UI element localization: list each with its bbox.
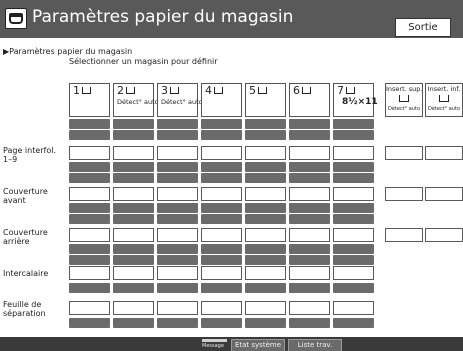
tray-icon	[439, 95, 449, 102]
tray-7-header[interactable]: 7 8½×11	[333, 83, 378, 117]
slip-sheet-tray-1-button[interactable]	[69, 146, 110, 160]
back-cover-tray-6-button[interactable]	[289, 228, 330, 242]
separation-tray-4-button[interactable]	[201, 301, 242, 315]
message-indicator[interactable]: Message	[202, 337, 227, 351]
tray-icon	[302, 87, 311, 94]
slip-sheet-tray-5-button[interactable]	[245, 146, 286, 160]
tab-job-list[interactable]: Liste trav.	[288, 339, 342, 351]
front-cover-tray-5-button[interactable]	[245, 187, 286, 201]
front-cover-tray-7-button[interactable]	[333, 187, 374, 201]
upper-inserter-auto: Détect° auto	[387, 106, 420, 112]
front-cover-tray-2-button[interactable]	[113, 187, 154, 201]
front-cover-upper-inserter-button[interactable]	[385, 187, 423, 201]
tray-2-label: 2	[117, 84, 124, 97]
tray-4-label: 4	[205, 84, 212, 97]
tray-3-header[interactable]: 3 Détect° auto	[157, 83, 203, 117]
designation-tray-1-button[interactable]	[69, 266, 110, 280]
message-label: Message	[202, 343, 224, 349]
slip-sheet-tray-6-button[interactable]	[289, 146, 330, 160]
tray-icon	[399, 95, 409, 102]
breadcrumb: ▶Paramètres papier du magasin	[3, 47, 133, 56]
back-cover-tray-4-button[interactable]	[201, 228, 242, 242]
tray-6-label: 6	[293, 84, 300, 97]
separation-tray-3-button[interactable]	[157, 301, 198, 315]
lower-inserter-label: Insert. inf.	[427, 85, 461, 93]
tray-2-auto: Détect° auto	[117, 98, 159, 106]
tab-system-status[interactable]: Etat système	[231, 339, 285, 351]
row-label-separation-sheet: Feuille de séparation	[3, 300, 46, 318]
tray-6-header[interactable]: 6	[289, 83, 330, 117]
tray-icon	[170, 87, 179, 94]
tray-1-header[interactable]: 1	[69, 83, 110, 117]
designation-tray-6-button[interactable]	[289, 266, 330, 280]
tray-1-label: 1	[73, 84, 80, 97]
front-cover-tray-4-button[interactable]	[201, 187, 242, 201]
tray-5-header[interactable]: 5	[245, 83, 286, 117]
row-label-slip-sheet: Page interfol. 1–9	[3, 146, 57, 164]
lower-inserter-auto: Détect° auto	[427, 106, 460, 112]
separation-tray-5-button[interactable]	[245, 301, 286, 315]
front-cover-tray-1-button[interactable]	[69, 187, 110, 201]
tray-4-header[interactable]: 4	[201, 83, 242, 117]
paper-tray-icon	[5, 8, 27, 29]
tray-icon	[258, 87, 267, 94]
slip-sheet-tray-2-button[interactable]	[113, 146, 154, 160]
lower-inserter-header[interactable]: Insert. inf. Détect° auto	[425, 83, 463, 117]
designation-tray-4-button[interactable]	[201, 266, 242, 280]
designation-tray-7-button[interactable]	[333, 266, 374, 280]
back-cover-tray-1-button[interactable]	[69, 228, 110, 242]
back-cover-lower-inserter-button[interactable]	[425, 228, 463, 242]
back-cover-upper-inserter-button[interactable]	[385, 228, 423, 242]
instruction-text: Sélectionner un magasin pour définir	[69, 57, 218, 66]
row-label-front-cover: Couverture avant	[3, 187, 48, 205]
designation-tray-3-button[interactable]	[157, 266, 198, 280]
page-title: Paramètres papier du magasin	[32, 7, 294, 27]
slip-sheet-tray-3-button[interactable]	[157, 146, 198, 160]
separation-tray-2-button[interactable]	[113, 301, 154, 315]
tray-icon	[214, 87, 223, 94]
designation-tray-5-button[interactable]	[245, 266, 286, 280]
tray-icon	[346, 87, 355, 94]
front-cover-tray-6-button[interactable]	[289, 187, 330, 201]
upper-inserter-label: Insert. sup.	[386, 85, 423, 93]
slip-sheet-tray-4-button[interactable]	[201, 146, 242, 160]
separation-tray-7-button[interactable]	[333, 301, 374, 315]
tray-7-label: 7	[337, 84, 344, 97]
back-cover-tray-7-button[interactable]	[333, 228, 374, 242]
separation-tray-6-button[interactable]	[289, 301, 330, 315]
tray-2-header[interactable]: 2 Détect° auto	[113, 83, 159, 117]
front-cover-tray-3-button[interactable]	[157, 187, 198, 201]
slip-sheet-tray-7-button[interactable]	[333, 146, 374, 160]
row-label-designation: Intercalaire	[3, 269, 49, 278]
separation-tray-1-button[interactable]	[69, 301, 110, 315]
tray-3-label: 3	[161, 84, 168, 97]
slip-sheet-lower-inserter-button[interactable]	[425, 146, 463, 160]
front-cover-lower-inserter-button[interactable]	[425, 187, 463, 201]
tray-icon	[82, 87, 91, 94]
slip-sheet-upper-inserter-button[interactable]	[385, 146, 423, 160]
designation-tray-2-button[interactable]	[113, 266, 154, 280]
tray-7-paper-size: 8½×11	[342, 97, 378, 107]
back-cover-tray-3-button[interactable]	[157, 228, 198, 242]
exit-button[interactable]: Sortie	[395, 18, 451, 37]
tray-icon	[126, 87, 135, 94]
tray-3-auto: Détect° auto	[161, 98, 203, 106]
back-cover-tray-2-button[interactable]	[113, 228, 154, 242]
upper-inserter-header[interactable]: Insert. sup. Détect° auto	[385, 83, 423, 117]
back-cover-tray-5-button[interactable]	[245, 228, 286, 242]
tray-5-label: 5	[249, 84, 256, 97]
row-label-back-cover: Couverture arrière	[3, 228, 48, 246]
